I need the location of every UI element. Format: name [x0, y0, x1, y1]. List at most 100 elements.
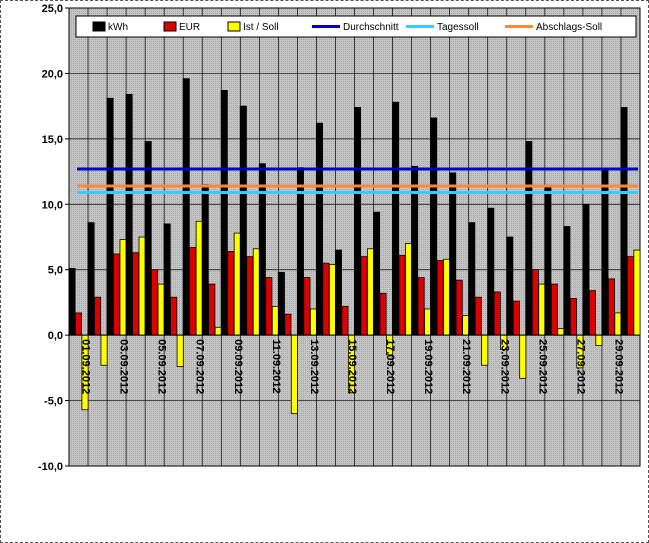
- bar-ist-soll: [214, 326, 222, 336]
- x-tick-label: 21.09.2012: [460, 339, 472, 394]
- x-tick-label: 15.09.2012: [346, 339, 358, 394]
- bar-eur: [626, 256, 634, 336]
- bar-eur: [569, 298, 577, 336]
- bar-ist-soll: [100, 334, 108, 366]
- bar-eur: [512, 300, 520, 336]
- bar-eur: [170, 296, 178, 336]
- bar-eur: [493, 291, 501, 336]
- bar-kwh: [315, 122, 323, 336]
- bar-eur: [531, 269, 539, 336]
- bar-kwh: [544, 186, 552, 336]
- x-tick-label: 01.09.2012: [80, 339, 92, 394]
- bar-kwh: [201, 184, 209, 336]
- bar-kwh: [68, 268, 76, 336]
- bar-eur: [265, 277, 273, 336]
- legend-label: EUR: [179, 22, 200, 33]
- bar-kwh: [487, 207, 495, 336]
- bar-eur: [436, 260, 444, 336]
- x-tick-label: 07.09.2012: [194, 339, 206, 394]
- bar-eur: [607, 278, 615, 336]
- bar-kwh: [163, 223, 171, 336]
- bar-ist-soll: [557, 328, 565, 336]
- bar-eur: [322, 262, 330, 336]
- bar-eur: [151, 269, 159, 336]
- y-tick-label: 15,0: [42, 134, 63, 146]
- bar-kwh: [144, 141, 152, 336]
- bar-eur: [303, 277, 311, 336]
- bar-eur: [208, 283, 216, 336]
- x-tick-label: 19.09.2012: [422, 339, 434, 394]
- x-tick-label: 27.09.2012: [574, 339, 586, 394]
- bar-kwh: [620, 107, 628, 336]
- bar-eur: [474, 296, 482, 336]
- x-tick-label: 09.09.2012: [232, 339, 244, 394]
- y-tick-label: 5,0: [48, 265, 63, 277]
- legend-swatch: [163, 21, 177, 32]
- bar-kwh: [468, 222, 476, 336]
- x-tick-label: 25.09.2012: [536, 339, 548, 394]
- x-tick-label: 03.09.2012: [118, 339, 130, 394]
- bar-ist-soll: [367, 248, 375, 336]
- bar-eur: [189, 247, 197, 336]
- bar-ist-soll: [252, 248, 260, 336]
- x-axis: 01.09.2012 03.09.2012 05.09.2012 07.09.2012…: [80, 339, 625, 394]
- bar-eur: [75, 312, 83, 336]
- bar-ist-soll: [633, 249, 641, 336]
- x-tick-label: 23.09.2012: [498, 339, 510, 394]
- bar-kwh: [125, 93, 133, 336]
- bar-eur: [455, 279, 463, 336]
- bar-ist-soll: [309, 308, 317, 336]
- bar-kwh: [563, 226, 571, 336]
- bar-ist-soll: [443, 258, 451, 336]
- bar-eur: [379, 292, 387, 336]
- bar-ist-soll: [424, 308, 432, 336]
- legend-swatch: [227, 21, 241, 32]
- legend-label: kWh: [108, 22, 128, 33]
- bar-ist-soll: [405, 243, 413, 336]
- bar-eur: [94, 296, 102, 336]
- chart-frame: 25,0 20,0 15,0 10,0 5,0 0,0 -5,0 -10,0 01.09.20…: [0, 0, 649, 543]
- x-tick-label: 05.09.2012: [156, 339, 168, 394]
- legend-swatch: [92, 21, 106, 32]
- bar-eur: [550, 283, 558, 336]
- bar-ist-soll: [138, 236, 146, 336]
- bar-kwh: [239, 105, 247, 336]
- bar-kwh: [506, 236, 514, 336]
- bar-kwh: [373, 211, 381, 336]
- bar-eur: [588, 290, 596, 336]
- bar-eur: [360, 256, 368, 336]
- x-tick-label: 29.09.2012: [612, 339, 624, 394]
- bar-ist-soll: [157, 283, 165, 336]
- bar-eur: [284, 313, 292, 336]
- bar-kwh: [182, 78, 190, 336]
- x-tick-label: 11.09.2012: [270, 339, 282, 393]
- y-tick-label: 10,0: [42, 199, 63, 211]
- legend-label: Abschlags-Soll: [536, 22, 602, 33]
- y-tick-label: 25,0: [42, 3, 63, 15]
- bar-eur: [417, 277, 425, 336]
- bar-eur: [398, 254, 406, 336]
- bar-kwh: [220, 90, 228, 336]
- bar-kwh: [601, 169, 609, 336]
- bar-kwh: [582, 203, 590, 336]
- bar-ist-soll: [119, 239, 127, 336]
- legend: kWh EUR Ist / Soll Durchschnitt Tagessoll Abs…: [75, 15, 637, 38]
- bar-kwh: [106, 97, 114, 336]
- y-tick-label: 20,0: [42, 68, 63, 80]
- bar-kwh: [277, 271, 285, 336]
- y-tick-label: -10,0: [38, 461, 63, 473]
- bar-ist-soll: [328, 264, 336, 336]
- x-tick-label: 13.09.2012: [308, 339, 320, 394]
- y-tick-label: -5,0: [44, 396, 63, 408]
- bar-ist-soll: [595, 334, 603, 347]
- bar-kwh: [87, 222, 95, 336]
- bar-chart: 25,0 20,0 15,0 10,0 5,0 0,0 -5,0 -10,0 01.09.20…: [38, 3, 641, 473]
- y-axis: 25,0 20,0 15,0 10,0 5,0 0,0 -5,0 -10,0: [38, 3, 69, 473]
- bar-kwh: [334, 249, 342, 336]
- bar-eur: [246, 256, 254, 336]
- bar-eur: [132, 252, 140, 336]
- bar-kwh: [430, 117, 438, 336]
- bar-ist-soll: [538, 283, 546, 336]
- bar-ist-soll: [271, 305, 279, 336]
- bar-ist-soll: [614, 312, 622, 336]
